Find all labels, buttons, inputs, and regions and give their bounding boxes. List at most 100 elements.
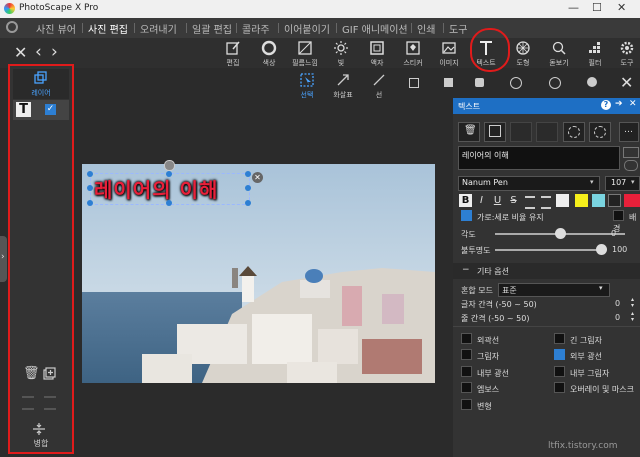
effect-long-shadow-row[interactable]: 긴 그림자 bbox=[554, 333, 602, 346]
effect-outer-glow-row[interactable]: 외부 광선 bbox=[554, 349, 602, 362]
color-palette-swatch[interactable] bbox=[624, 194, 640, 207]
effect-inner-shadow-checkbox[interactable] bbox=[554, 366, 565, 377]
tab-collage[interactable]: 콜라주 bbox=[242, 21, 270, 36]
merge-icon[interactable] bbox=[32, 422, 46, 436]
effect-long-shadow-checkbox[interactable] bbox=[554, 333, 565, 344]
tool-filter[interactable]: 필터 bbox=[580, 40, 610, 68]
forward-icon[interactable]: › bbox=[51, 42, 58, 62]
tool-film[interactable]: 필름느낌 bbox=[290, 40, 320, 68]
font-select[interactable]: Nanum Pen ▾ bbox=[458, 176, 600, 191]
keep-ratio-checkbox[interactable] bbox=[461, 210, 472, 221]
duplicate-layer-icon[interactable] bbox=[43, 367, 56, 380]
rotate-left-button[interactable] bbox=[563, 122, 585, 142]
effect-overlay-mask-row[interactable]: 오버레이 및 마스크 bbox=[554, 382, 634, 395]
effect-outer-glow-checkbox[interactable] bbox=[554, 349, 565, 360]
trash-icon[interactable]: 🗑 bbox=[23, 366, 40, 381]
layer-tab[interactable]: 레이어 bbox=[13, 69, 69, 99]
tab-gif-animation[interactable]: GIF 애니메이션 bbox=[342, 21, 408, 36]
background-row[interactable]: 배경 bbox=[613, 210, 640, 234]
italic-button[interactable]: I bbox=[475, 194, 488, 207]
text-color-swatch[interactable] bbox=[575, 194, 588, 207]
tab-photo-viewer[interactable]: 사진 뷰어 bbox=[36, 21, 76, 36]
stepper-icon[interactable]: ▴ ▾ bbox=[631, 311, 634, 323]
delete-object-icon[interactable]: ✕ bbox=[252, 172, 263, 183]
char-spacing-value[interactable]: 0 bbox=[615, 299, 620, 308]
resize-handle[interactable] bbox=[166, 171, 172, 177]
rounded-rect-icon[interactable] bbox=[475, 78, 484, 87]
opacity-slider-knob[interactable] bbox=[595, 244, 607, 255]
effect-outline-checkbox[interactable] bbox=[461, 333, 472, 344]
tab-photo-edit[interactable]: 사진 편집 bbox=[88, 21, 128, 36]
maximize-button[interactable]: ☐ bbox=[592, 1, 602, 14]
effect-inner-shadow-row[interactable]: 내부 그림자 bbox=[554, 366, 609, 379]
tool-magnifier[interactable]: 돋보기 bbox=[544, 40, 574, 68]
keep-ratio-row[interactable]: 가로:세로 비율 유지 bbox=[461, 210, 544, 223]
rect-filled-icon[interactable] bbox=[444, 78, 453, 87]
effect-transform-row[interactable]: 변형 bbox=[461, 399, 492, 412]
line-spacing-value[interactable]: 0 bbox=[615, 313, 620, 322]
ellipse-outline-icon[interactable] bbox=[549, 77, 561, 89]
layer-row[interactable]: T ✓ bbox=[13, 100, 69, 120]
effect-outline-row[interactable]: 외곽선 bbox=[461, 333, 499, 346]
resize-handle[interactable] bbox=[87, 200, 93, 206]
circle-outline-icon[interactable] bbox=[510, 77, 522, 89]
close-subtool-icon[interactable]: ✕ bbox=[620, 73, 633, 92]
circle-filled-icon[interactable] bbox=[587, 77, 597, 87]
layer-visible-checkbox[interactable]: ✓ bbox=[45, 104, 56, 115]
subtool-arrow[interactable]: 화살표 bbox=[328, 72, 358, 100]
strikethrough-button[interactable]: S bbox=[507, 194, 520, 207]
stepper-icon[interactable]: ▴ ▾ bbox=[631, 297, 634, 309]
help-icon[interactable]: ? bbox=[601, 100, 611, 110]
tab-tools[interactable]: 도구 bbox=[449, 21, 467, 36]
text-gradient-swatch[interactable] bbox=[592, 194, 605, 207]
subtool-select[interactable]: 선택 bbox=[292, 72, 322, 100]
tool-tools[interactable]: 도구 bbox=[614, 40, 640, 68]
layer-up-button[interactable] bbox=[510, 122, 532, 142]
text-content-input[interactable]: 레이어의 이해 bbox=[458, 146, 620, 170]
panel-toggle-handle[interactable]: › bbox=[0, 236, 7, 282]
effect-inner-glow-checkbox[interactable] bbox=[461, 366, 472, 377]
tab-cutout[interactable]: 오려내기 bbox=[140, 21, 177, 36]
pattern-swatch[interactable] bbox=[608, 194, 621, 207]
effect-emboss-checkbox[interactable] bbox=[461, 382, 472, 393]
close-editor-icon[interactable]: ✕ bbox=[14, 43, 27, 62]
underline-button[interactable]: U bbox=[491, 194, 504, 207]
other-options-header[interactable]: − 기타 옵션 bbox=[453, 263, 640, 279]
resize-handle[interactable] bbox=[166, 200, 172, 206]
resize-handle[interactable] bbox=[87, 185, 93, 191]
opacity-slider[interactable] bbox=[495, 249, 601, 251]
effect-transform-checkbox[interactable] bbox=[461, 399, 472, 410]
align-right-icon[interactable] bbox=[556, 194, 569, 207]
subtool-line[interactable]: 선 bbox=[364, 72, 394, 100]
effect-emboss-row[interactable]: 엠보스 bbox=[461, 382, 499, 395]
delete-text-button[interactable]: 🗑 bbox=[458, 122, 480, 142]
resize-handle[interactable] bbox=[87, 171, 93, 177]
back-icon[interactable]: ‹ bbox=[35, 42, 42, 62]
move-down-icon[interactable] bbox=[44, 396, 56, 410]
resize-handle[interactable] bbox=[245, 185, 251, 191]
pin-icon[interactable]: ➔ bbox=[615, 99, 623, 109]
font-size-select[interactable]: 107 ▾ bbox=[605, 176, 640, 191]
background-checkbox[interactable] bbox=[613, 210, 624, 221]
tab-batch-edit[interactable]: 일괄 편집 bbox=[192, 21, 232, 36]
tool-image[interactable]: 이미지 bbox=[434, 40, 464, 68]
angle-slider-knob[interactable] bbox=[554, 228, 566, 239]
rotate-handle-icon[interactable] bbox=[164, 160, 175, 171]
close-panel-icon[interactable]: ✕ bbox=[629, 99, 637, 109]
minimize-button[interactable]: — bbox=[568, 1, 579, 14]
effect-shadow-row[interactable]: 그림자 bbox=[461, 349, 499, 362]
align-center-icon[interactable] bbox=[541, 196, 551, 209]
duplicate-text-button[interactable] bbox=[484, 122, 506, 142]
move-up-icon[interactable] bbox=[22, 396, 34, 410]
align-left-icon[interactable] bbox=[525, 196, 535, 209]
tool-light[interactable]: 빛 bbox=[326, 40, 356, 68]
tool-color[interactable]: 색상 bbox=[254, 40, 284, 68]
rect-outline-icon[interactable] bbox=[409, 78, 419, 88]
text-expand-icon[interactable] bbox=[623, 147, 639, 158]
app-menu-icon[interactable] bbox=[6, 21, 18, 33]
tool-frame[interactable]: 액자 bbox=[362, 40, 392, 68]
resize-handle[interactable] bbox=[245, 171, 251, 177]
blend-mode-select[interactable]: 표준 ▾ bbox=[498, 283, 610, 297]
tab-combine[interactable]: 이어붙이기 bbox=[284, 21, 330, 36]
emoji-icon[interactable] bbox=[624, 160, 638, 171]
